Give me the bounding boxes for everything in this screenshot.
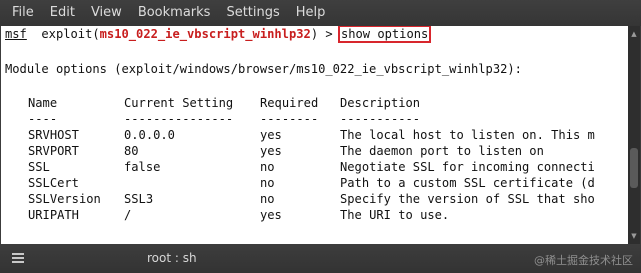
row-name: SSLCert — [28, 176, 79, 190]
separator-name: ---- — [28, 112, 58, 126]
row-required: no — [260, 176, 275, 190]
row-setting: 80 — [124, 144, 139, 158]
row-setting: SSL3 — [124, 192, 154, 206]
command-text: show options — [337, 26, 432, 43]
prompt-line: msf exploit(ms10_022_ie_vbscript_winhlp3… — [5, 26, 432, 43]
separator-description: ----------- — [340, 112, 421, 126]
row-name: SRVPORT — [28, 144, 79, 158]
module-name: ms10_022_ie_vbscript_winhlp32 — [99, 27, 311, 41]
row-name: SSL — [28, 160, 50, 174]
menu-bar: File Edit View Bookmarks Settings Help — [0, 0, 641, 26]
row-description: Negotiate SSL for incoming connecti — [340, 160, 595, 174]
menu-view[interactable]: View — [83, 0, 130, 26]
menu-file[interactable]: File — [0, 0, 42, 26]
row-setting: / — [124, 208, 132, 222]
row-description: Specify the version of SSL that sho — [340, 192, 595, 206]
options-header: Module options (exploit/windows/browser/… — [5, 62, 522, 76]
column-header-required: Required — [260, 96, 319, 110]
menu-settings[interactable]: Settings — [218, 0, 287, 26]
scroll-up-icon[interactable]: ▲ — [628, 28, 640, 40]
separator-setting: --------------- — [124, 112, 234, 126]
row-name: SSLVersion — [28, 192, 101, 206]
row-required: yes — [260, 128, 282, 142]
row-description: Path to a custom SSL certificate (d — [340, 176, 595, 190]
row-description: The local host to listen on. This m — [340, 128, 595, 142]
prompt-mid: exploit( — [26, 27, 100, 41]
terminal-tab-icon[interactable] — [12, 253, 24, 263]
row-description: The daemon port to listen on — [340, 144, 544, 158]
row-required: no — [260, 160, 275, 174]
vertical-scrollbar[interactable]: ▲ ▼ — [628, 26, 640, 244]
menu-edit[interactable]: Edit — [42, 0, 83, 26]
row-setting: 0.0.0.0 — [124, 128, 175, 142]
scrollbar-thumb[interactable] — [630, 148, 638, 188]
column-header-setting: Current Setting — [124, 96, 234, 110]
terminal-output[interactable]: msf exploit(ms10_022_ie_vbscript_winhlp3… — [1, 26, 628, 244]
status-bar: root : sh @稀土掘金技术社区 — [0, 244, 641, 273]
row-required: yes — [260, 208, 282, 222]
row-description: The URI to use. — [340, 208, 450, 222]
column-header-name: Name — [28, 96, 58, 110]
prompt-suffix: ) > — [310, 27, 340, 41]
row-name: SRVHOST — [28, 128, 79, 142]
row-setting: false — [124, 160, 161, 174]
row-name: URIPATH — [28, 208, 79, 222]
column-header-description: Description — [340, 96, 421, 110]
row-required: no — [260, 192, 275, 206]
separator-required: -------- — [260, 112, 319, 126]
scroll-down-icon[interactable]: ▼ — [628, 230, 640, 242]
menu-bookmarks[interactable]: Bookmarks — [130, 0, 219, 26]
watermark: @稀土掘金技术社区 — [534, 254, 633, 267]
row-required: yes — [260, 144, 282, 158]
prompt-prefix: msf — [5, 27, 27, 41]
menu-help[interactable]: Help — [288, 0, 334, 26]
session-tab-title[interactable]: root : sh — [147, 251, 197, 265]
